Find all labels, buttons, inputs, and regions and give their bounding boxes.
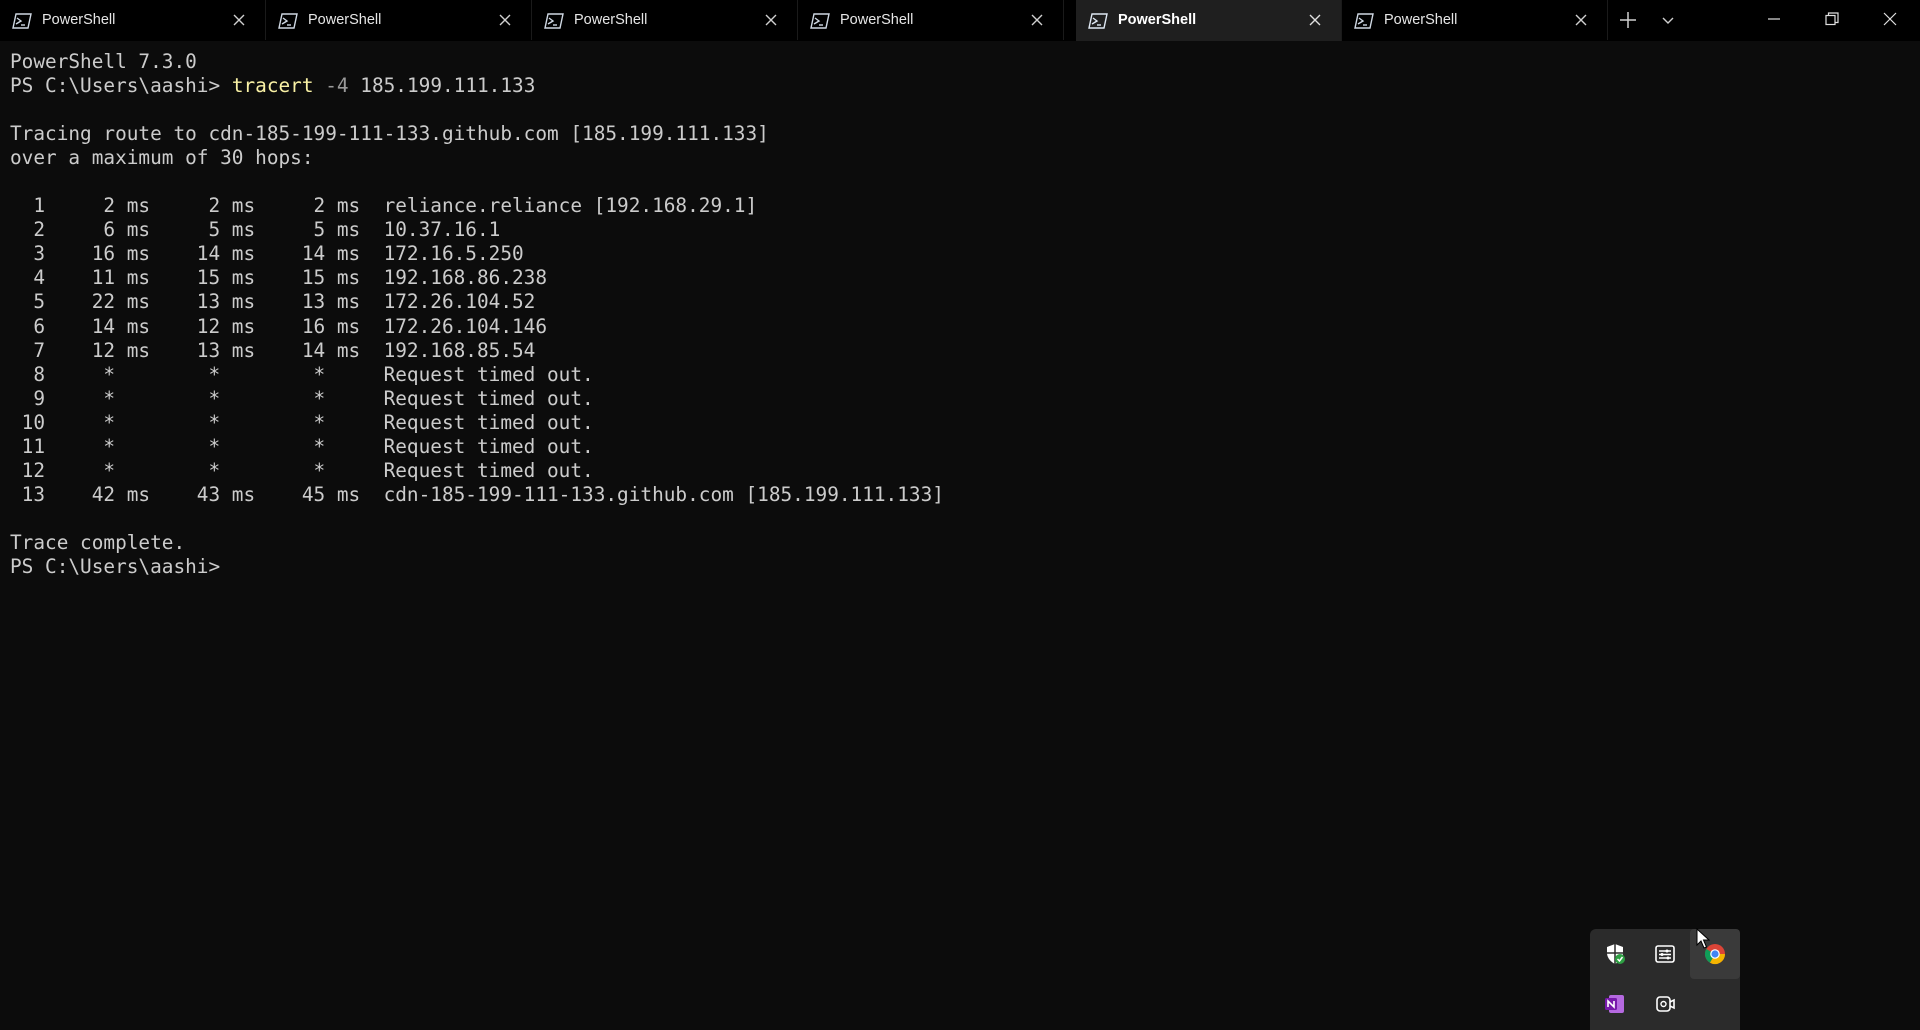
tab-dropdown-chevron-icon[interactable] (1660, 12, 1676, 28)
camera-icon (1656, 996, 1675, 1012)
trace-complete-line: Trace complete. (10, 530, 186, 554)
powershell-icon (1088, 13, 1108, 29)
powershell-icon (810, 13, 830, 29)
command-name: tracert (231, 74, 314, 98)
tab-powershell-2[interactable]: PowerShell (266, 0, 532, 40)
hop-row: 12 * * * Request timed out. (10, 458, 594, 482)
powershell-icon (278, 13, 298, 29)
hop-row: 8 * * * Request timed out. (10, 362, 594, 386)
prompt: PS C:\Users\aashi> (10, 74, 232, 98)
close-window-button[interactable] (1862, 0, 1920, 40)
tray-item-onenote[interactable] (1590, 979, 1640, 1029)
terminal-output[interactable]: PowerShell 7.3.0 PS C:\Users\aashi> trac… (10, 50, 1910, 579)
hop-row: 13 42 ms 43 ms 45 ms cdn-185-199-111-133… (10, 482, 944, 506)
tab-title: PowerShell (1384, 12, 1458, 28)
restore-button[interactable] (1804, 0, 1862, 40)
close-tab-icon[interactable] (497, 12, 513, 28)
final-prompt[interactable]: PS C:\Users\aashi> (10, 555, 1910, 579)
tray-item-security[interactable] (1590, 929, 1640, 979)
tab-title: PowerShell (42, 12, 116, 28)
tab-powershell-4[interactable]: PowerShell (798, 0, 1064, 40)
tab-title: PowerShell (1118, 12, 1197, 28)
tab-powershell-6[interactable]: PowerShell (1342, 0, 1608, 40)
hop-row: 3 16 ms 14 ms 14 ms 172.16.5.250 (10, 242, 524, 266)
tray-overflow-flyout (1590, 929, 1740, 1030)
tab-powershell-5-active[interactable]: PowerShell (1076, 0, 1342, 41)
hop-row: 2 6 ms 5 ms 5 ms 10.37.16.1 (10, 218, 501, 242)
close-tab-icon[interactable] (1307, 12, 1323, 28)
tray-item-camera[interactable] (1640, 979, 1690, 1029)
powershell-icon (1354, 13, 1374, 29)
version-line: PowerShell 7.3.0 (10, 50, 197, 73)
hop-row: 9 * * * Request timed out. (10, 386, 594, 410)
hop-row: 5 22 ms 13 ms 13 ms 172.26.104.52 (10, 290, 536, 314)
hop-row: 7 12 ms 13 ms 14 ms 192.168.85.54 (10, 338, 536, 362)
command-line: PS C:\Users\aashi> tracert -4 185.199.11… (10, 74, 1910, 98)
hop-row: 6 14 ms 12 ms 16 ms 172.26.104.146 (10, 314, 548, 338)
close-tab-icon[interactable] (763, 12, 779, 28)
command-parameter: -4 (325, 74, 349, 98)
powershell-icon (12, 13, 32, 29)
tray-item-task-manager[interactable] (1640, 929, 1690, 979)
task-manager-icon (1655, 945, 1675, 963)
max-hops-line: over a maximum of 30 hops: (10, 146, 314, 170)
tab-title: PowerShell (840, 12, 914, 28)
hop-row: 11 * * * Request timed out. (10, 434, 594, 458)
tab-bar: PowerShell PowerShell PowerShell PowerSh… (0, 0, 1920, 41)
restore-icon (1825, 12, 1839, 26)
minimize-icon (1768, 18, 1780, 20)
tab-powershell-1[interactable]: PowerShell (0, 0, 266, 40)
hop-row: 10 * * * Request timed out. (10, 410, 594, 434)
tab-title: PowerShell (574, 12, 648, 28)
close-tab-icon[interactable] (1029, 12, 1045, 28)
close-icon (1883, 12, 1897, 26)
hop-row: 4 11 ms 15 ms 15 ms 192.168.86.238 (10, 266, 548, 290)
close-tab-icon[interactable] (231, 12, 247, 28)
tab-powershell-3[interactable]: PowerShell (532, 0, 798, 40)
new-tab-plus-icon[interactable] (1618, 10, 1638, 30)
tab-title: PowerShell (308, 12, 382, 28)
command-args: 185.199.111.133 (348, 74, 536, 98)
minimize-button[interactable] (1746, 0, 1804, 40)
trace-header: Tracing route to cdn-185-199-111-133.git… (10, 122, 769, 146)
onenote-icon (1605, 995, 1624, 1013)
security-shield-icon (1607, 944, 1625, 964)
powershell-icon (544, 13, 564, 29)
hop-row: 1 2 ms 2 ms 2 ms reliance.reliance [192.… (10, 194, 758, 218)
close-tab-icon[interactable] (1573, 12, 1589, 28)
mouse-cursor-icon (1696, 928, 1710, 949)
